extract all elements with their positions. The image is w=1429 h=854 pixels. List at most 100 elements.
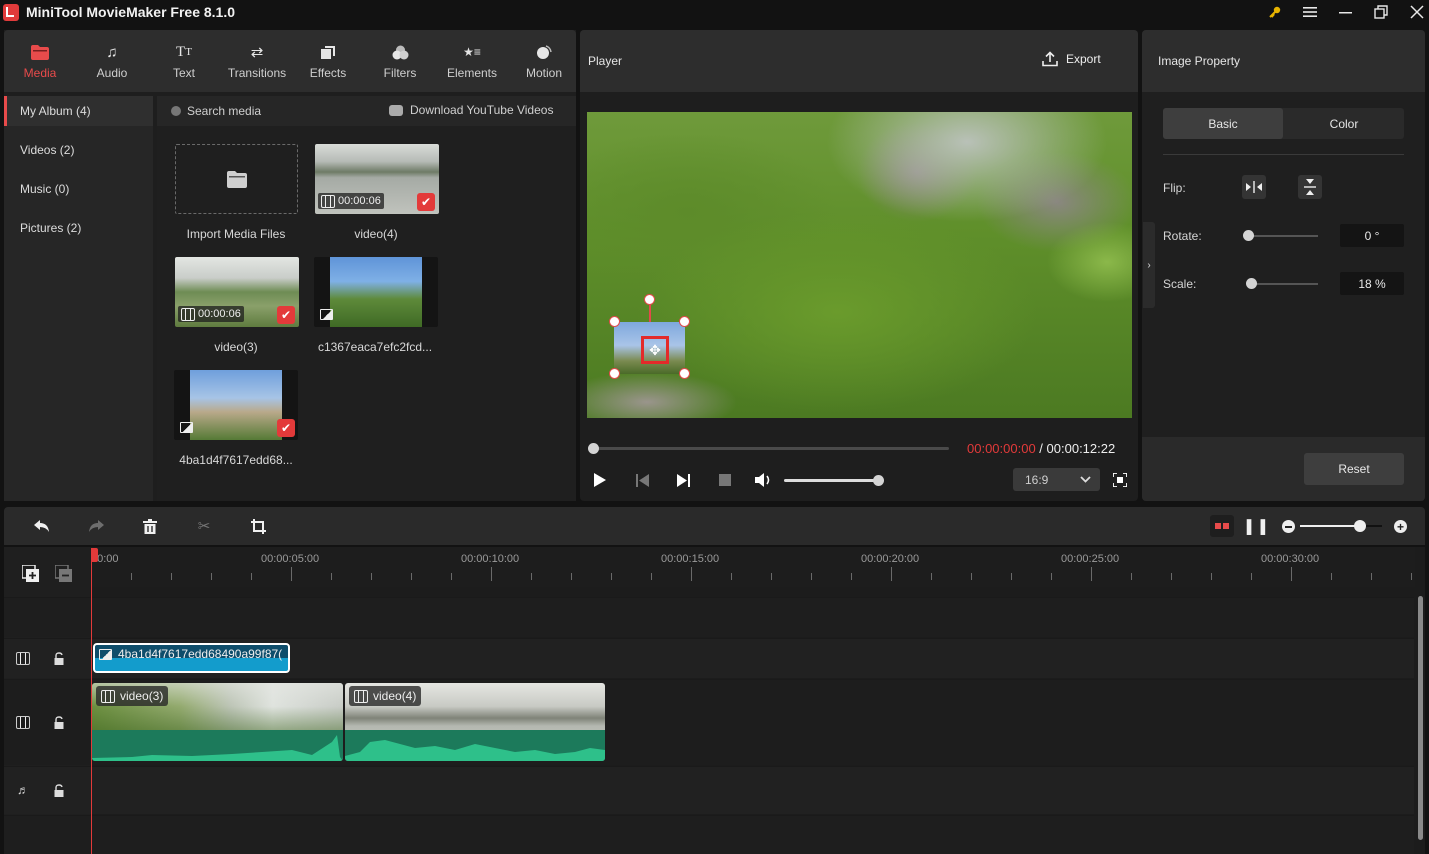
nav-transitions[interactable]: ⇄ Transitions bbox=[221, 30, 293, 92]
tab-basic[interactable]: Basic bbox=[1163, 108, 1283, 139]
divider bbox=[1163, 154, 1404, 155]
media-item[interactable]: 00:00:06 ✔ bbox=[175, 257, 299, 327]
scale-slider[interactable] bbox=[1248, 283, 1318, 285]
nav-elements[interactable]: ★≡ Elements bbox=[437, 30, 507, 92]
clip-label: 4ba1d4f7617edd68490a99f87( bbox=[118, 647, 283, 661]
nav-audio[interactable]: ♫ Audio bbox=[77, 30, 147, 92]
zoom-out-button[interactable] bbox=[1282, 520, 1295, 533]
lock-icon[interactable] bbox=[51, 650, 67, 666]
fullscreen-button[interactable] bbox=[1110, 470, 1130, 490]
reset-button[interactable]: Reset bbox=[1304, 453, 1404, 485]
album-pictures[interactable]: Pictures (2) bbox=[4, 213, 153, 243]
playhead[interactable] bbox=[91, 549, 92, 854]
flip-horizontal-button[interactable] bbox=[1242, 175, 1266, 199]
ruler-minor-tick bbox=[571, 573, 572, 580]
resize-handle-br[interactable] bbox=[679, 368, 690, 379]
volume-knob[interactable] bbox=[872, 475, 884, 486]
image-clip[interactable]: 4ba1d4f7617edd68490a99f87( bbox=[93, 643, 290, 673]
redo-button[interactable] bbox=[83, 514, 109, 538]
aspect-ratio-select[interactable]: 16:9 bbox=[1013, 468, 1100, 491]
close-icon[interactable] bbox=[1400, 0, 1429, 24]
lock-icon[interactable] bbox=[51, 782, 67, 798]
volume-slider[interactable] bbox=[784, 479, 878, 482]
nav-motion[interactable]: Motion bbox=[509, 30, 579, 92]
collapse-panel-button[interactable]: › bbox=[1143, 222, 1155, 308]
export-icon bbox=[1042, 51, 1058, 67]
ruler-minor-tick bbox=[1171, 573, 1172, 580]
seek-bar[interactable] bbox=[592, 447, 949, 450]
key-icon[interactable] bbox=[1258, 0, 1292, 24]
rotate-slider[interactable] bbox=[1248, 235, 1318, 237]
delete-button[interactable] bbox=[137, 514, 163, 538]
minimize-icon[interactable] bbox=[1328, 0, 1362, 24]
lock-icon[interactable] bbox=[51, 714, 67, 730]
seek-knob[interactable] bbox=[587, 443, 599, 454]
restore-icon[interactable] bbox=[1364, 0, 1398, 24]
timeline-scrollbar[interactable] bbox=[1418, 596, 1423, 840]
move-icon[interactable]: ✥ bbox=[641, 336, 669, 364]
previous-frame-button[interactable] bbox=[632, 470, 652, 490]
download-youtube-button[interactable]: Download YouTube Videos bbox=[410, 103, 553, 117]
ruler-label: 00:00:20:00 bbox=[861, 553, 920, 565]
scale-knob[interactable] bbox=[1246, 278, 1257, 289]
resize-handle-bl[interactable] bbox=[609, 368, 620, 379]
chevron-down-icon bbox=[1080, 476, 1091, 483]
play-button[interactable] bbox=[590, 470, 610, 490]
album-my-album[interactable]: My Album (4) bbox=[4, 96, 153, 126]
add-track-button[interactable] bbox=[21, 564, 40, 583]
crop-button[interactable] bbox=[245, 514, 271, 538]
rotate-knob[interactable] bbox=[1242, 230, 1254, 241]
tab-color[interactable]: Color bbox=[1284, 108, 1404, 139]
timeline-zoom-slider[interactable] bbox=[1300, 525, 1382, 527]
media-item[interactable]: 00:00:06 ✔ bbox=[315, 144, 439, 214]
resize-handle-tr[interactable] bbox=[679, 316, 690, 327]
player-title: Player bbox=[588, 54, 623, 68]
flip-horizontal-icon bbox=[1246, 181, 1262, 193]
nav-filters[interactable]: Filters bbox=[365, 30, 435, 92]
resize-handle-tl[interactable] bbox=[609, 316, 620, 327]
split-button[interactable]: ✂ bbox=[191, 514, 217, 538]
scissors-icon: ✂ bbox=[197, 518, 211, 535]
album-label: Videos (2) bbox=[20, 143, 75, 157]
ruler-minor-tick bbox=[1411, 573, 1412, 580]
import-media-button[interactable] bbox=[175, 144, 298, 214]
scale-value[interactable]: 18 % bbox=[1340, 272, 1404, 295]
property-title: Image Property bbox=[1158, 54, 1241, 68]
rotate-value[interactable]: 0 ° bbox=[1340, 224, 1404, 247]
fit-timeline-button[interactable]: ▌▐ bbox=[1243, 514, 1269, 538]
export-button[interactable]: Export bbox=[1042, 51, 1101, 67]
effects-icon bbox=[320, 42, 336, 62]
album-music[interactable]: Music (0) bbox=[4, 174, 153, 204]
rotate-handle-line bbox=[649, 304, 651, 322]
album-label: Music (0) bbox=[20, 182, 70, 196]
snap-button[interactable] bbox=[1210, 515, 1234, 537]
zoom-in-button[interactable]: + bbox=[1394, 520, 1407, 533]
audio-waveform bbox=[92, 730, 343, 761]
minus-icon bbox=[1285, 525, 1292, 528]
timeline-zoom-knob[interactable] bbox=[1353, 520, 1366, 532]
video-clip[interactable]: video(3) bbox=[92, 683, 343, 761]
media-item[interactable] bbox=[314, 257, 438, 327]
remove-track-button[interactable] bbox=[54, 564, 73, 583]
next-frame-button[interactable] bbox=[673, 470, 693, 490]
ruler-minor-tick bbox=[251, 573, 252, 580]
album-videos[interactable]: Videos (2) bbox=[4, 135, 153, 165]
menu-icon[interactable] bbox=[1293, 0, 1327, 24]
nav-text[interactable]: TT Text bbox=[149, 30, 219, 92]
stop-button[interactable] bbox=[715, 470, 735, 490]
playhead-handle[interactable] bbox=[91, 548, 98, 562]
media-item[interactable]: ✔ bbox=[174, 370, 298, 440]
audio-track-icon: ♬ bbox=[17, 783, 29, 797]
trash-icon bbox=[143, 518, 157, 534]
undo-button[interactable] bbox=[29, 514, 55, 538]
volume-icon[interactable] bbox=[754, 470, 774, 490]
media-item-name: c1367eaca7efc2fcd... bbox=[317, 340, 433, 354]
rotate-handle[interactable] bbox=[644, 294, 655, 305]
nav-media[interactable]: Media bbox=[5, 30, 75, 92]
search-icon bbox=[171, 106, 181, 116]
nav-effects[interactable]: Effects bbox=[293, 30, 363, 92]
video-clip[interactable]: video(4) bbox=[345, 683, 605, 761]
ruler-major-tick bbox=[491, 567, 492, 581]
search-input[interactable]: Search media bbox=[187, 104, 261, 118]
flip-vertical-button[interactable] bbox=[1298, 175, 1322, 199]
